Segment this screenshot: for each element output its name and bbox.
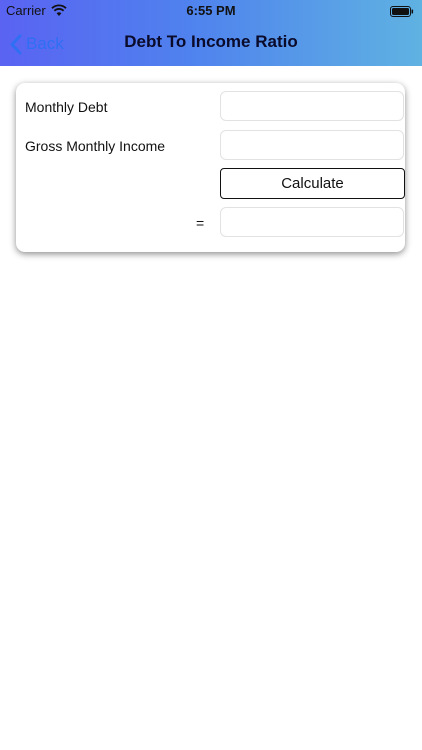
gross-monthly-income-field[interactable] bbox=[220, 130, 404, 160]
battery-icon bbox=[390, 5, 414, 17]
navigation-bar: Back Debt To Income Ratio bbox=[0, 22, 422, 66]
result-field[interactable] bbox=[220, 207, 404, 237]
status-bar: Carrier 6:55 PM bbox=[0, 0, 422, 22]
app-header: Carrier 6:55 PM Back Debt To Income Rati… bbox=[0, 0, 422, 66]
calculator-card: Monthly Debt Gross Monthly Income Calcul… bbox=[16, 83, 405, 252]
clock-time: 6:55 PM bbox=[186, 3, 236, 18]
monthly-debt-label: Monthly Debt bbox=[25, 99, 108, 115]
page-title: Debt To Income Ratio bbox=[124, 32, 298, 51]
equals-label: = bbox=[196, 215, 205, 231]
calculate-button[interactable]: Calculate bbox=[220, 168, 405, 199]
gross-monthly-income-label: Gross Monthly Income bbox=[25, 138, 166, 154]
monthly-debt-field[interactable] bbox=[220, 91, 404, 121]
